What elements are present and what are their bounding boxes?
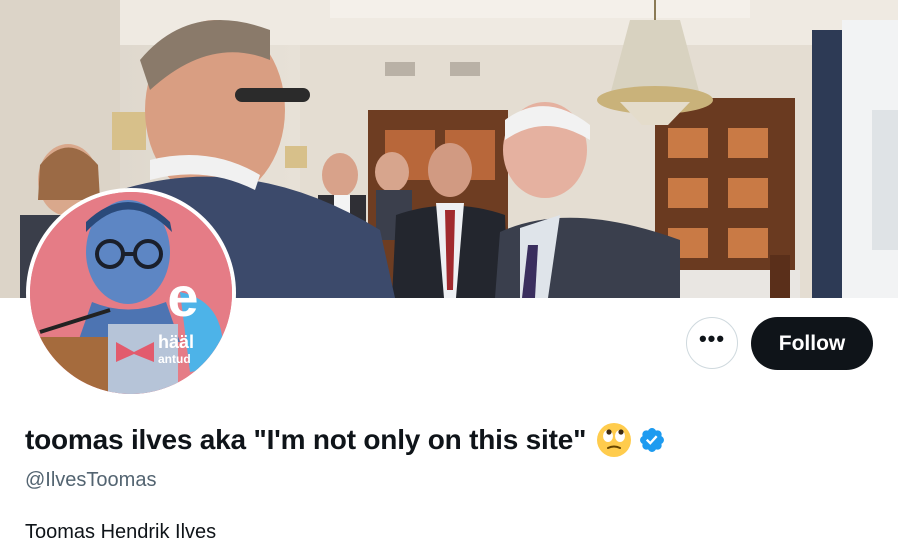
avatar-image: e hääl antud: [30, 192, 232, 394]
profile-name-row: toomas ilves aka "I'm not only on this s…: [25, 422, 666, 458]
face-with-rolling-eyes-icon: [596, 422, 632, 458]
display-name: toomas ilves aka "I'm not only on this s…: [25, 424, 587, 455]
badge-letter: e: [167, 265, 199, 328]
more-options-button[interactable]: •••: [686, 317, 738, 369]
follow-button[interactable]: Follow: [751, 317, 873, 370]
verified-badge-icon[interactable]: [638, 426, 666, 454]
profile-avatar[interactable]: e hääl antud: [26, 188, 236, 398]
badge-line1: hääl: [158, 332, 195, 352]
profile-bio: Toomas Hendrik Ilves: [25, 521, 217, 543]
more-dots-icon: •••: [698, 326, 726, 351]
profile-handle: @IlvesToomas: [25, 469, 157, 491]
badge-line2: antud: [158, 352, 191, 366]
